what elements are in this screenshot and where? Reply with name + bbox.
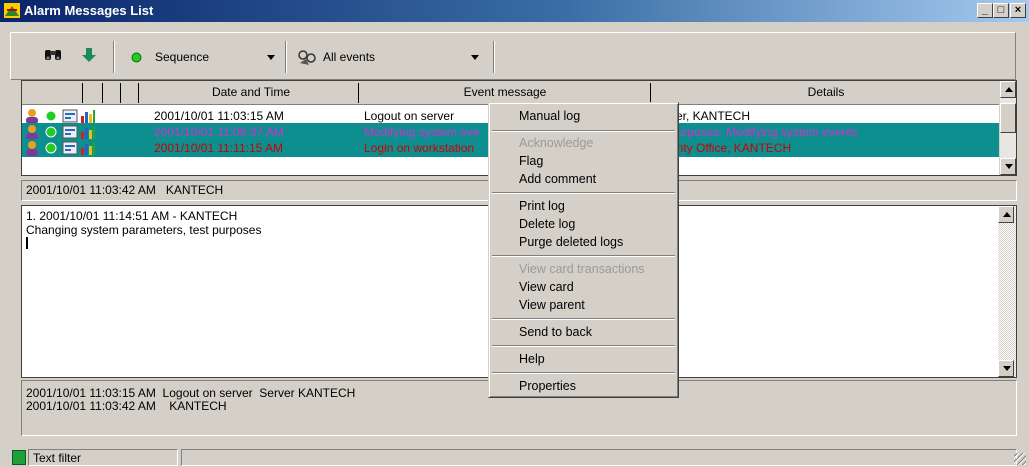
menu-item-acknowledge: Acknowledge <box>519 136 594 150</box>
text-filter-label: Text filter <box>33 451 82 465</box>
header-separator <box>650 83 651 103</box>
status-pane <box>181 449 1017 466</box>
editor-line: 1. 2001/10/01 11:14:51 AM - KANTECH <box>26 209 238 223</box>
green-dot-icon <box>45 142 57 154</box>
arrow-up-icon <box>1005 87 1013 92</box>
menu-item-delete-log[interactable]: Delete log <box>519 217 575 231</box>
menu-item-print-log[interactable]: Print log <box>519 199 565 213</box>
grid-scrollbar[interactable] <box>999 81 1016 175</box>
scroll-thumb[interactable] <box>1000 103 1016 133</box>
menu-item-add-comment[interactable]: Add comment <box>519 172 596 186</box>
context-menu: Manual log Acknowledge Flag Add comment … <box>488 102 679 398</box>
summary-line: 2001/10/01 11:03:42 AM KANTECH <box>26 399 227 413</box>
summary-line: 2001/10/01 11:03:15 AM Logout on server … <box>26 386 356 400</box>
window-title: Alarm Messages List <box>24 3 154 18</box>
user-icon <box>26 141 38 156</box>
menu-separator <box>492 345 675 347</box>
menu-item-properties[interactable]: Properties <box>519 379 576 393</box>
maximize-button[interactable]: □ <box>993 3 1009 18</box>
cell-date: 2001/10/01 11:06:37 AM <box>154 125 284 139</box>
chevron-down-icon <box>267 55 275 60</box>
green-dot-icon <box>45 110 57 122</box>
minimize-button[interactable]: _ <box>977 3 993 18</box>
user-icon <box>26 125 38 140</box>
menu-item-flag[interactable]: Flag <box>519 154 543 168</box>
column-header-details[interactable]: Details <box>652 81 1000 104</box>
menu-item-manual-log[interactable]: Manual log <box>519 109 580 123</box>
card-icon <box>62 109 78 123</box>
row-status-icons <box>24 124 104 140</box>
header-separator <box>138 83 139 103</box>
header-separator <box>82 83 83 103</box>
user-icon <box>26 109 38 124</box>
sort-combo-value: Sequence <box>155 50 210 64</box>
menu-separator <box>492 130 675 132</box>
header-separator <box>120 83 121 103</box>
cell-date: 2001/10/01 11:11:15 AM <box>154 141 283 155</box>
menu-item-view-card[interactable]: View card <box>519 280 574 294</box>
green-dot-icon <box>45 126 57 138</box>
row-status-icons <box>24 140 104 156</box>
chevron-down-icon <box>471 55 479 60</box>
scroll-down-button[interactable] <box>998 360 1014 377</box>
arrow-down-icon <box>1005 164 1013 169</box>
green-dot-icon <box>131 52 142 63</box>
filter-icon <box>298 50 316 65</box>
text-caret <box>26 237 28 249</box>
toolbar: Sequence All events <box>10 32 1016 80</box>
scroll-down-button[interactable] <box>1000 158 1016 175</box>
menu-separator <box>492 318 675 320</box>
menu-separator <box>492 192 675 194</box>
arrow-down-icon <box>82 48 96 62</box>
title-bar[interactable]: Alarm Messages List _ □ × <box>0 0 1029 22</box>
toolbar-separator <box>113 41 115 73</box>
close-button[interactable]: × <box>1010 3 1026 18</box>
row-status-icons <box>24 108 104 124</box>
bar-chart-icon <box>81 110 95 123</box>
cell-details: ver, KANTECH <box>670 109 751 123</box>
editor-scrollbar[interactable] <box>998 206 1016 377</box>
sort-combo[interactable]: Sequence <box>121 47 281 69</box>
menu-separator <box>492 372 675 374</box>
editor-line: Changing system parameters, test purpose… <box>26 223 262 237</box>
status-bar: Text filter <box>0 448 1029 467</box>
header-separator <box>102 83 103 103</box>
column-header-date[interactable]: Date and Time <box>144 81 358 104</box>
event-filter-combo[interactable]: All events <box>293 47 485 69</box>
menu-item-view-parent[interactable]: View parent <box>519 298 585 312</box>
cell-date: 2001/10/01 11:03:15 AM <box>154 109 284 123</box>
find-button[interactable] <box>41 47 65 69</box>
move-down-button[interactable] <box>77 47 101 69</box>
header-separator <box>358 83 359 103</box>
resize-grip-icon[interactable] <box>1014 453 1026 465</box>
arrow-up-icon <box>1003 212 1011 217</box>
status-indicator <box>12 450 26 465</box>
bar-chart-icon <box>81 126 95 139</box>
menu-item-view-card-transactions: View card transactions <box>519 262 645 276</box>
toolbar-separator <box>285 41 287 73</box>
text-filter-pane[interactable]: Text filter <box>28 449 178 466</box>
cell-details: urity Office, KANTECH <box>670 141 792 155</box>
menu-item-send-to-back[interactable]: Send to back <box>519 325 592 339</box>
cell-details: purposes. Modifying system events <box>670 125 858 139</box>
toolbar-separator <box>493 41 495 73</box>
menu-item-purge-deleted-logs[interactable]: Purge deleted logs <box>519 235 623 249</box>
menu-separator <box>492 255 675 257</box>
event-filter-value: All events <box>323 50 376 64</box>
scroll-up-button[interactable] <box>998 206 1014 223</box>
column-header-event[interactable]: Event message <box>360 81 650 104</box>
card-icon <box>62 125 78 139</box>
selected-record-text: 2001/10/01 11:03:42 AM KANTECH <box>26 183 224 197</box>
menu-item-help[interactable]: Help <box>519 352 545 366</box>
app-icon <box>4 3 20 18</box>
arrow-down-icon <box>1003 366 1011 371</box>
scroll-up-button[interactable] <box>1000 81 1016 98</box>
card-icon <box>62 141 78 155</box>
binoculars-icon <box>45 50 61 60</box>
bar-chart-icon <box>81 142 95 155</box>
